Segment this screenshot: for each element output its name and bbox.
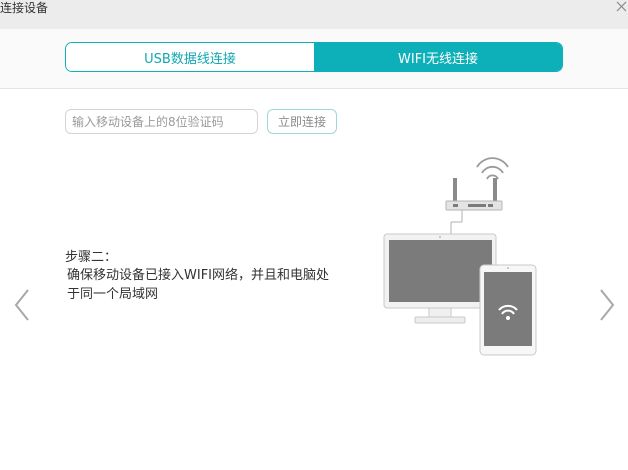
window-title: 连接设备: [0, 1, 49, 15]
connection-mode-tabs: USB数据线连接 WIFI无线连接: [65, 42, 563, 72]
connect-now-button[interactable]: 立即连接: [267, 109, 337, 134]
router-icon: [445, 157, 509, 235]
monitor-icon: [383, 233, 497, 324]
tab-wifi-connection[interactable]: WIFI无线连接: [314, 43, 562, 71]
close-icon[interactable]: [614, 0, 628, 14]
wifi-connection-illustration: [383, 157, 537, 356]
chevron-right-icon[interactable]: [596, 288, 616, 322]
verification-code-input[interactable]: [65, 109, 258, 134]
tab-usb-connection[interactable]: USB数据线连接: [66, 43, 314, 71]
title-bar: 连接设备: [0, 0, 628, 29]
connection-mode-header: USB数据线连接 WIFI无线连接: [0, 29, 628, 89]
step-title: 步骤二：: [65, 250, 118, 265]
chevron-left-icon[interactable]: [13, 288, 33, 322]
step-description: 确保移动设备已接入WIFI网络，并且和电脑处于同一个局域网: [67, 268, 329, 302]
